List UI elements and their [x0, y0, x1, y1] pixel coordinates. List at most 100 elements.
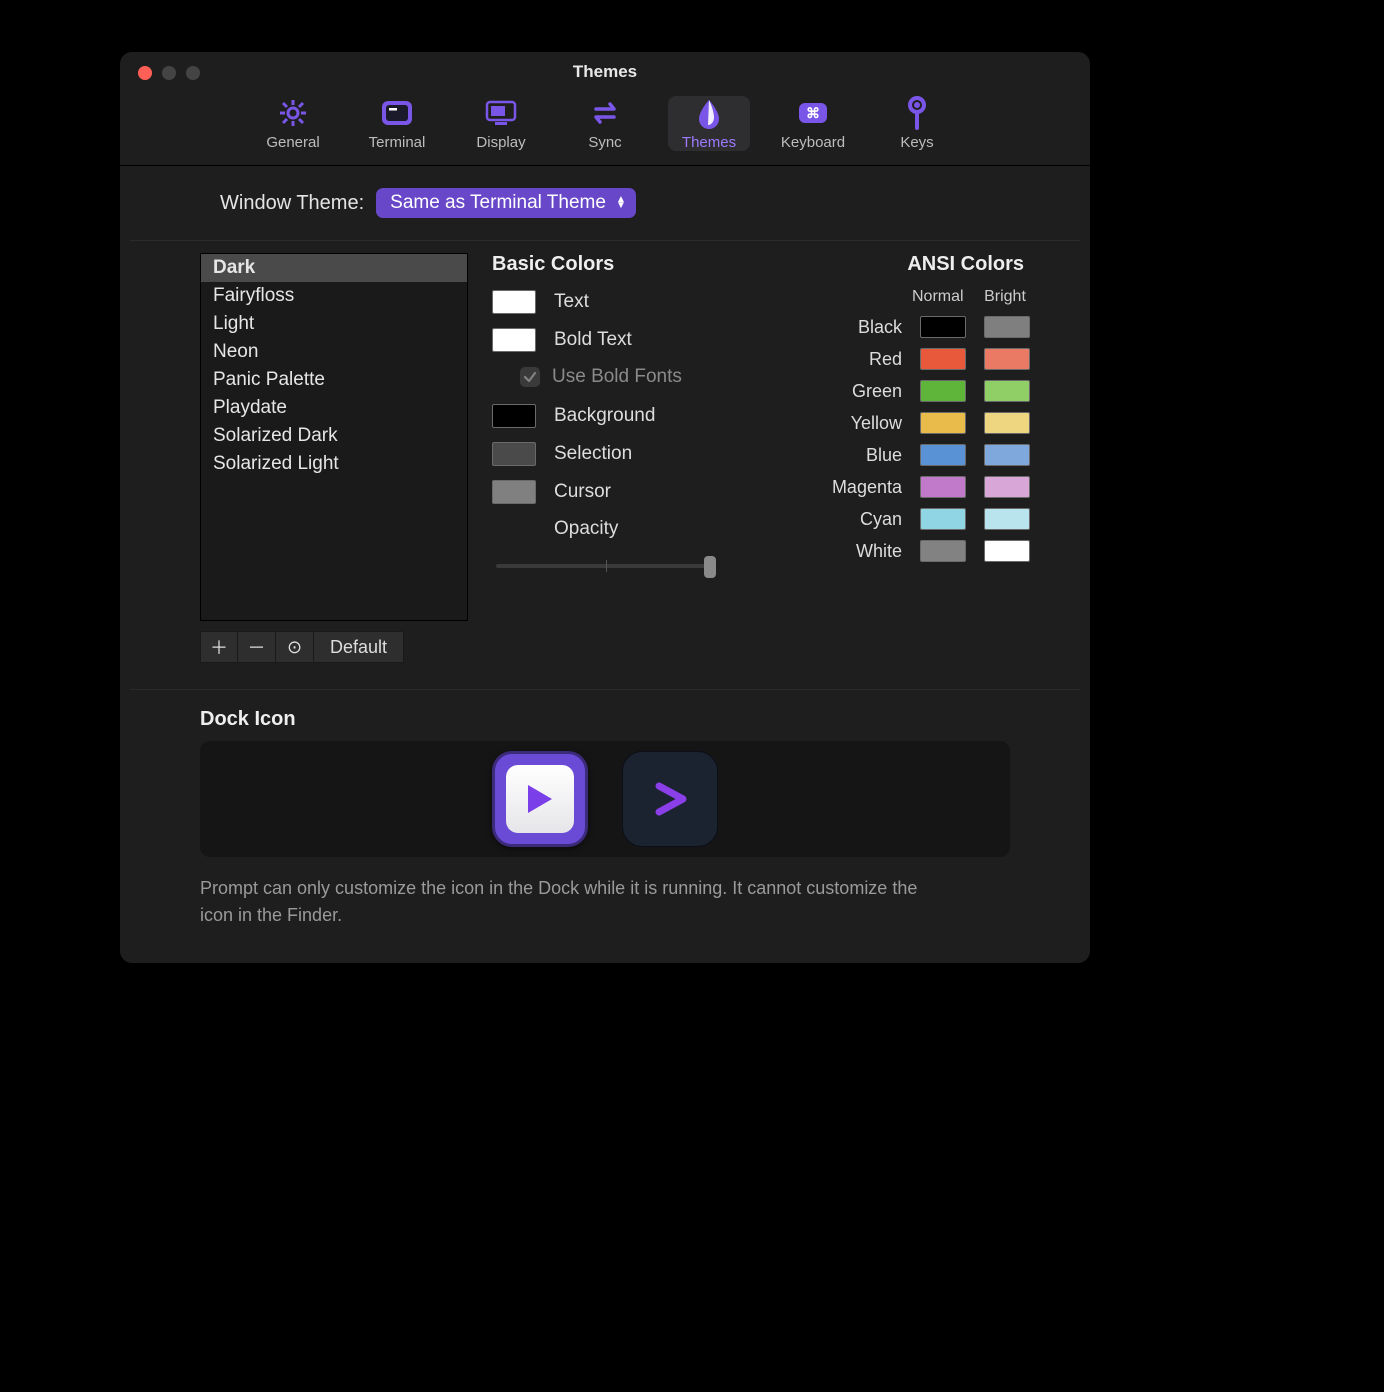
- keys-icon: [904, 96, 930, 130]
- chevron-updown-icon: ▲▼: [616, 197, 626, 209]
- zoom-button[interactable]: [186, 66, 200, 80]
- prompt-icon: [645, 774, 695, 824]
- ansi-cyan-normal[interactable]: [920, 508, 966, 530]
- theme-list[interactable]: DarkFairyflossLightNeonPanic PalettePlay…: [200, 253, 468, 621]
- basic-colors-heading: Basic Colors: [492, 253, 742, 276]
- cursor-swatch[interactable]: [492, 480, 536, 504]
- minus-icon: －: [248, 634, 266, 660]
- dock-icon-dark[interactable]: [622, 751, 718, 847]
- window-title: Themes: [120, 52, 1090, 92]
- ansi-row: Magenta: [766, 476, 1030, 498]
- tab-terminal[interactable]: Terminal: [356, 96, 438, 151]
- ansi-row: Yellow: [766, 412, 1030, 434]
- theme-list-actions: ＋ － ⊙ Default: [200, 631, 468, 663]
- ansi-col-bright: Bright: [980, 288, 1030, 306]
- close-button[interactable]: [138, 66, 152, 80]
- background-label: Background: [554, 405, 655, 427]
- theme-item[interactable]: Light: [201, 310, 467, 338]
- remove-theme-button[interactable]: －: [238, 631, 276, 663]
- window-theme-select[interactable]: Same as Terminal Theme ▲▼: [376, 188, 636, 218]
- ansi-yellow-bright[interactable]: [984, 412, 1030, 434]
- opacity-row: Opacity: [492, 518, 742, 540]
- ansi-black-normal[interactable]: [920, 316, 966, 338]
- ansi-label: White: [856, 541, 902, 562]
- ansi-magenta-bright[interactable]: [984, 476, 1030, 498]
- theme-item[interactable]: Solarized Light: [201, 450, 467, 478]
- theme-item[interactable]: Fairyfloss: [201, 282, 467, 310]
- ansi-white-normal[interactable]: [920, 540, 966, 562]
- tab-sync[interactable]: Sync: [564, 96, 646, 151]
- ansi-heading: ANSI Colors: [766, 253, 1024, 276]
- selection-swatch[interactable]: [492, 442, 536, 466]
- theme-item[interactable]: Solarized Dark: [201, 422, 467, 450]
- themes-icon: [695, 96, 723, 130]
- color-row-bold_text: Bold Text: [492, 328, 742, 352]
- ansi-row: Green: [766, 380, 1030, 402]
- ellipsis-circle-icon: ⊙: [287, 637, 302, 658]
- toolbar-label: Keys: [900, 134, 933, 151]
- theme-item[interactable]: Neon: [201, 338, 467, 366]
- ansi-label: Green: [852, 381, 902, 402]
- more-theme-button[interactable]: ⊙: [276, 631, 314, 663]
- background-swatch[interactable]: [492, 404, 536, 428]
- ansi-row: White: [766, 540, 1030, 562]
- ansi-green-bright[interactable]: [984, 380, 1030, 402]
- tab-keys[interactable]: Keys: [876, 96, 958, 151]
- toolbar-label: General: [266, 134, 319, 151]
- ansi-red-bright[interactable]: [984, 348, 1030, 370]
- ansi-column-headers: Normal Bright: [766, 288, 1030, 306]
- tab-keyboard[interactable]: ⌘ Keyboard: [772, 96, 854, 151]
- dock-icon-light[interactable]: [492, 751, 588, 847]
- basic-colors-column: Basic Colors TextBold Text Use Bold Font…: [492, 253, 742, 663]
- dock-icon-section: Dock Icon Prompt can only customize the …: [120, 690, 1090, 963]
- ansi-label: Red: [869, 349, 902, 370]
- window-theme-label: Window Theme:: [220, 192, 364, 215]
- ansi-red-normal[interactable]: [920, 348, 966, 370]
- ansi-magenta-normal[interactable]: [920, 476, 966, 498]
- ansi-blue-bright[interactable]: [984, 444, 1030, 466]
- default-theme-button[interactable]: Default: [314, 631, 404, 663]
- text-swatch[interactable]: [492, 290, 536, 314]
- tab-general[interactable]: General: [252, 96, 334, 151]
- tab-themes[interactable]: Themes: [668, 96, 750, 151]
- checkbox-icon: [520, 367, 540, 387]
- theme-item[interactable]: Dark: [201, 254, 467, 282]
- tab-display[interactable]: Display: [460, 96, 542, 151]
- theme-item[interactable]: Panic Palette: [201, 366, 467, 394]
- add-theme-button[interactable]: ＋: [200, 631, 238, 663]
- toolbar-label: Sync: [588, 134, 621, 151]
- dock-icon-heading: Dock Icon: [200, 708, 1010, 731]
- theme-item[interactable]: Playdate: [201, 394, 467, 422]
- opacity-label: Opacity: [554, 518, 618, 540]
- ansi-black-bright[interactable]: [984, 316, 1030, 338]
- prompt-icon: [518, 777, 562, 821]
- ansi-white-bright[interactable]: [984, 540, 1030, 562]
- ansi-yellow-normal[interactable]: [920, 412, 966, 434]
- color-row-cursor: Cursor: [492, 480, 742, 504]
- toolbar-label: Display: [476, 134, 525, 151]
- plus-icon: ＋: [210, 634, 228, 660]
- ansi-col-normal: Normal: [912, 288, 962, 306]
- ansi-label: Cyan: [860, 509, 902, 530]
- bold_text-label: Bold Text: [554, 329, 632, 351]
- minimize-button[interactable]: [162, 66, 176, 80]
- theme-list-column: DarkFairyflossLightNeonPanic PalettePlay…: [200, 253, 468, 663]
- toolbar-label: Keyboard: [781, 134, 845, 151]
- ansi-green-normal[interactable]: [920, 380, 966, 402]
- keyboard-icon: ⌘: [796, 96, 830, 130]
- ansi-label: Blue: [866, 445, 902, 466]
- traffic-lights: [138, 66, 200, 80]
- ansi-cyan-bright[interactable]: [984, 508, 1030, 530]
- ansi-colors-column: ANSI Colors Normal Bright BlackRedGreenY…: [766, 253, 1030, 663]
- ansi-row: Blue: [766, 444, 1030, 466]
- display-icon: [483, 96, 519, 130]
- titlebar: Themes: [120, 52, 1090, 92]
- slider-thumb[interactable]: [704, 556, 716, 578]
- bold_text-swatch[interactable]: [492, 328, 536, 352]
- color-row-selection: Selection: [492, 442, 742, 466]
- ansi-blue-normal[interactable]: [920, 444, 966, 466]
- terminal-icon: [380, 96, 414, 130]
- toolbar-label: Themes: [682, 134, 736, 151]
- use-bold-fonts-row[interactable]: Use Bold Fonts: [520, 366, 742, 388]
- opacity-slider[interactable]: [496, 554, 716, 578]
